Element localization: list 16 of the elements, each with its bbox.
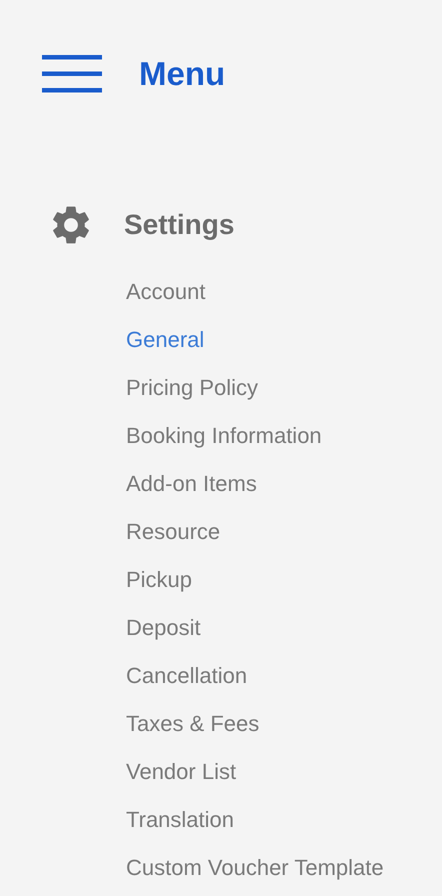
menu-item[interactable]: Account [126,268,206,316]
menu-item[interactable]: General [126,316,204,364]
menu-item[interactable]: Custom Voucher Template [126,844,384,892]
menu-item[interactable]: Vendor List [126,748,236,796]
menu-item[interactable]: Taxes & Fees [126,700,260,748]
menu-item[interactable]: Translation [126,796,234,844]
menu-icon[interactable] [42,55,102,93]
menu-item[interactable]: Booking Information [126,412,322,460]
menu-item[interactable]: Pricing Policy [126,364,258,412]
section-title: Settings [124,209,234,241]
menu-item[interactable]: Resource [126,508,220,556]
menu-item[interactable]: Add-on Items [126,460,257,508]
menu-item[interactable]: Deposit [126,604,201,652]
menu-item[interactable]: Cancellation [126,652,248,700]
menu-item[interactable]: Pickup [126,556,192,604]
menu-title: Menu [139,55,226,93]
